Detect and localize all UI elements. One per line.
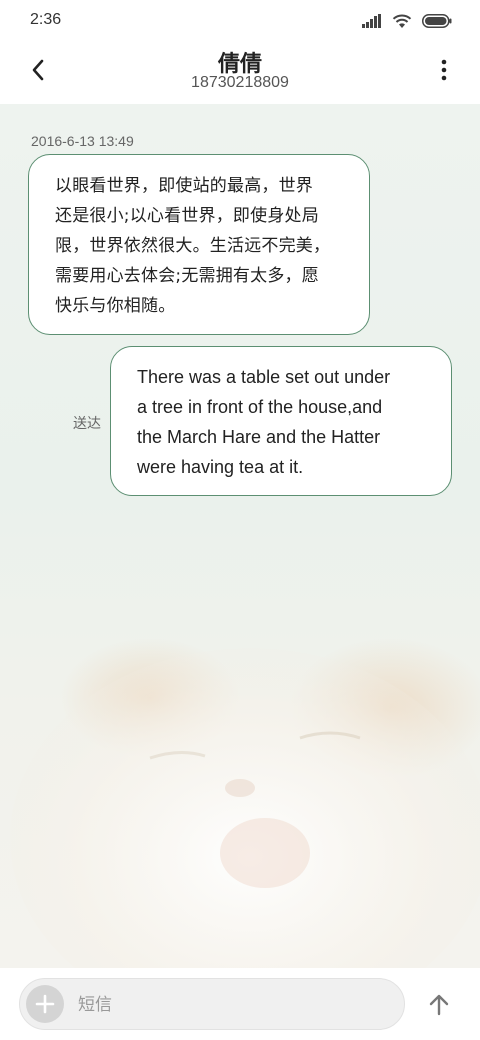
message-line: 还是很小;以心看世界，即使身处局: [55, 206, 319, 226]
plus-icon: [35, 994, 55, 1014]
message-line: the March Hare and the Hatter: [137, 427, 381, 447]
sms-input[interactable]: [76, 985, 380, 1025]
composer-bar: [0, 968, 480, 1040]
delivery-status: 送达: [73, 416, 101, 432]
contact-number: 18730218809: [191, 74, 289, 91]
more-vertical-icon: [441, 59, 447, 81]
cat-wallpaper-image: [10, 638, 480, 968]
conversation-area[interactable]: 2016-6-13 13:49 以眼看世界，即使站的最高，世界 还是很小;以心看…: [0, 104, 480, 968]
status-bar: 2:36: [0, 0, 480, 42]
conversation-header: 倩倩 18730218809: [0, 42, 480, 104]
wifi-icon: [392, 14, 412, 28]
message-line: 快乐与你相随。: [55, 296, 176, 316]
send-button[interactable]: [422, 988, 456, 1022]
status-icons: [362, 12, 452, 30]
signal-icon: [362, 14, 381, 28]
message-line: 限，世界依然很大。生活远不完美，: [55, 236, 331, 256]
composer-field[interactable]: [19, 978, 405, 1030]
outgoing-message-bubble[interactable]: There was a table set out under a tree i…: [110, 346, 452, 496]
message-line: a tree in front of the house,and: [137, 397, 383, 417]
more-options-button[interactable]: [428, 54, 460, 86]
message-line: There was a table set out under: [137, 367, 391, 387]
incoming-message-bubble[interactable]: 以眼看世界，即使站的最高，世界 还是很小;以心看世界，即使身处局 限，世界依然很…: [28, 154, 370, 335]
battery-icon: [422, 14, 452, 28]
message-timestamp: 2016-6-13 13:49: [31, 133, 134, 149]
send-arrow-icon: [429, 994, 449, 1016]
message-line: were having tea at it.: [137, 457, 304, 477]
message-line: 以眼看世界，即使站的最高，世界: [55, 176, 313, 196]
status-time: 2:36: [30, 11, 62, 28]
add-attachment-button[interactable]: [26, 985, 64, 1023]
message-line: 需要用心去体会;无需拥有太多，愿: [55, 266, 319, 286]
